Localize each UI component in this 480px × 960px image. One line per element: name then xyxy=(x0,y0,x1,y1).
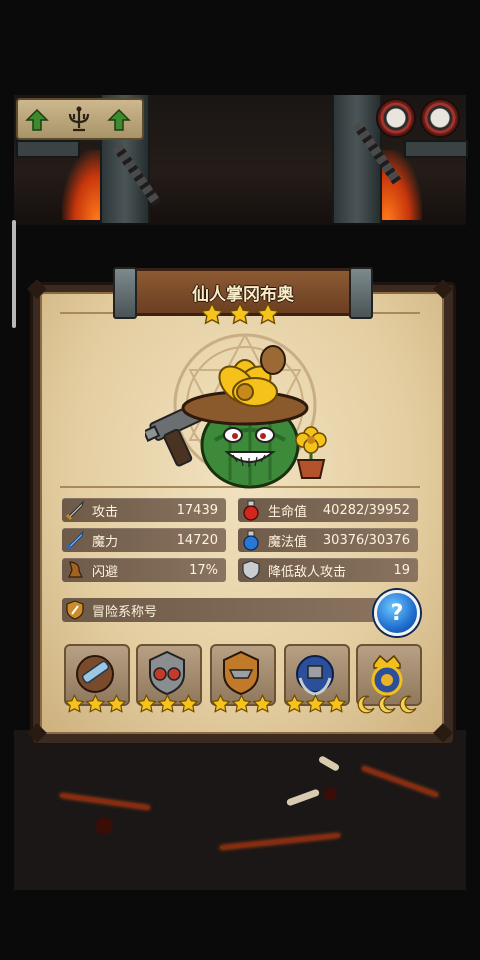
medal-stars xyxy=(282,694,348,714)
scroll-indicator[interactable] xyxy=(12,220,16,328)
rank-star-icon xyxy=(256,302,280,328)
stat-label: 攻击 xyxy=(92,504,119,520)
stat-label: 生命值 xyxy=(268,504,308,520)
red-potion-icon xyxy=(240,499,262,521)
medal-telescope[interactable] xyxy=(62,644,130,716)
moon-star-icon xyxy=(357,695,375,714)
rank-star-icon xyxy=(228,302,252,328)
hud-round-button-right[interactable] xyxy=(420,98,460,138)
stat-value: 30376/30376 xyxy=(322,532,410,548)
floor-navigation-plate xyxy=(16,98,144,140)
lamp-altar-icon xyxy=(64,104,94,134)
magic-sword-icon xyxy=(64,529,86,551)
moon-star-icon xyxy=(378,695,396,714)
medal-moon-stars xyxy=(354,694,420,714)
stat-value: 40282/39952 xyxy=(322,502,410,518)
medal-star-icon xyxy=(178,694,198,713)
flower-pot-icon xyxy=(295,426,327,479)
medal-goggles[interactable] xyxy=(134,644,202,716)
medal-star-icon xyxy=(85,694,105,713)
hud-round-button-left[interactable] xyxy=(376,98,416,138)
up-arrow-icon xyxy=(107,108,131,131)
medal-star-icon xyxy=(106,694,126,713)
stat-value: 19 xyxy=(393,562,410,578)
medal-star-icon xyxy=(305,694,325,713)
stat-label: 魔法值 xyxy=(268,534,308,550)
medal-star-icon xyxy=(157,694,177,713)
stat-label: 闪避 xyxy=(92,564,119,580)
blue-potion-icon xyxy=(240,529,262,551)
shield-icon xyxy=(240,559,262,581)
pillar-cap-left xyxy=(16,140,80,158)
up-arrow-right-button[interactable] xyxy=(106,107,132,133)
sword-icon xyxy=(64,499,86,521)
telescope-medal-icon xyxy=(72,648,118,698)
dungeon-floor xyxy=(14,730,466,890)
character-rank-stars xyxy=(200,302,280,328)
medal-star-icon xyxy=(231,694,251,713)
medal-star-icon xyxy=(64,694,84,713)
stat-label: 魔力 xyxy=(92,534,119,550)
help-button[interactable]: ? xyxy=(374,590,420,636)
stat-row-magic: 魔力 14720 xyxy=(62,528,226,552)
anvil-medal-icon xyxy=(218,648,264,698)
banner-bracket-left xyxy=(113,267,137,319)
boot-wing-icon xyxy=(64,559,86,581)
medal-crown[interactable] xyxy=(354,644,422,716)
medal-anvil[interactable] xyxy=(208,644,276,716)
character-name: 仙人掌冈布奥 xyxy=(192,284,294,305)
badge-shield-icon xyxy=(64,599,86,621)
stat-label: 降低敌人攻击 xyxy=(268,564,347,580)
up-arrow-icon xyxy=(25,108,49,131)
stat-value: 17439 xyxy=(176,502,218,518)
laurel-medal-icon xyxy=(292,648,338,698)
medal-stars xyxy=(208,694,274,714)
medal-star-icon xyxy=(252,694,272,713)
stat-row-hp: 生命值 40282/39952 xyxy=(238,498,418,522)
medal-stars xyxy=(134,694,200,714)
pillar-cap-right xyxy=(404,140,468,158)
banner-bracket-right xyxy=(349,267,373,319)
question-mark-icon: ? xyxy=(390,600,404,626)
adventure-title-row[interactable]: 冒险系称号 xyxy=(62,598,402,622)
stat-row-attack: 攻击 17439 xyxy=(62,498,226,522)
medal-star-icon xyxy=(284,694,304,713)
stat-value: 17% xyxy=(189,562,218,578)
stat-row-mp: 魔法值 30376/30376 xyxy=(238,528,418,552)
adventure-title-label: 冒险系称号 xyxy=(92,604,158,620)
rank-star-icon xyxy=(200,302,224,328)
medal-star-icon xyxy=(210,694,230,713)
up-arrow-left-button[interactable] xyxy=(24,107,50,133)
goggles-medal-icon xyxy=(144,648,190,698)
medal-star-icon xyxy=(326,694,346,713)
crown-medal-icon xyxy=(364,648,410,698)
stat-row-enemy-attack-down: 降低敌人攻击 19 xyxy=(238,558,418,582)
medal-stars xyxy=(62,694,128,714)
moon-star-icon xyxy=(399,695,417,714)
medal-laurel[interactable] xyxy=(282,644,350,716)
stat-row-dodge: 闪避 17% xyxy=(62,558,226,582)
stat-value: 14720 xyxy=(176,532,218,548)
medal-star-icon xyxy=(136,694,156,713)
